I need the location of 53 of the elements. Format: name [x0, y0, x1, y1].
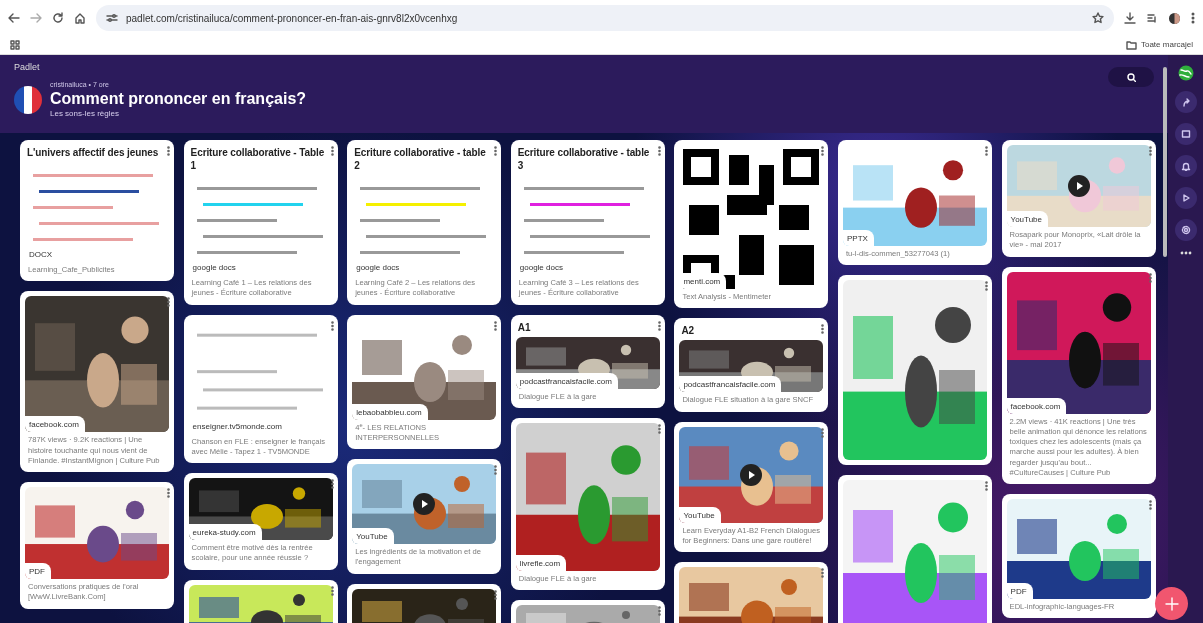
more-icon[interactable]: [1148, 272, 1152, 283]
apps-icon[interactable]: [10, 40, 20, 50]
share-icon: [1180, 97, 1191, 107]
post-title: L'univers affectif des jeunes: [26, 146, 160, 160]
more-icon[interactable]: [167, 297, 170, 308]
padlet-subtitle: Les sons-les règles: [50, 108, 120, 121]
play-icon[interactable]: [1067, 175, 1090, 197]
source-label: PPTX: [842, 230, 874, 246]
back-icon[interactable]: [8, 12, 20, 24]
bell-icon: [1180, 161, 1191, 171]
source-label: podcastfrancaisfacile.com: [679, 376, 782, 393]
play-icon[interactable]: [413, 493, 436, 515]
folder-icon[interactable]: [1125, 40, 1137, 50]
download-icon[interactable]: [1124, 12, 1136, 24]
screen-button[interactable]: [1174, 123, 1197, 145]
star-icon[interactable]: [1092, 12, 1104, 24]
site-info-icon[interactable]: [106, 13, 118, 23]
search-icon: [1126, 72, 1136, 82]
globe-icon[interactable]: [1177, 65, 1194, 81]
padlet-title: Comment prononcer en français?: [50, 90, 307, 109]
flag-icon: [14, 85, 42, 114]
more-icon[interactable]: [330, 479, 334, 489]
screen-icon: [1180, 129, 1191, 139]
post-title: Ecriture collaborative - Table 1: [189, 146, 325, 173]
source-label: YouTube: [352, 528, 394, 544]
source-label: eureka-study.com: [188, 524, 262, 540]
post-title: Ecriture collaborative - table 3: [516, 146, 651, 173]
source-label: YouTube: [1006, 211, 1048, 227]
play-icon[interactable]: [740, 463, 763, 486]
reload-icon[interactable]: [52, 12, 64, 24]
post-title: A1: [516, 320, 532, 335]
brand-name: Padlet: [14, 61, 41, 74]
scrollbar[interactable]: [1163, 67, 1167, 257]
play-button[interactable]: [1174, 187, 1197, 209]
source-label: facebook.com: [25, 416, 85, 433]
profile-icon[interactable]: [1168, 11, 1181, 25]
extension-icon[interactable]: [1146, 12, 1158, 24]
source-label: PDF: [1006, 583, 1033, 599]
source-label: PDF: [25, 563, 51, 579]
more-icon[interactable]: [1179, 251, 1192, 255]
plus-icon: [1164, 596, 1179, 611]
post-title: A2: [680, 324, 695, 339]
bookmarks-folder-link[interactable]: Toate marcajel: [1140, 39, 1193, 51]
address-bar[interactable]: padlet.com/cristinailuca/comment-prononcer-en-fran-ais-gnrv8l2x0vcenhxg: [96, 5, 1114, 31]
post-card[interactable]: [1001, 266, 1156, 484]
search-button[interactable]: [1108, 67, 1154, 87]
menu-icon[interactable]: [1191, 12, 1195, 24]
bell-button[interactable]: [1174, 155, 1197, 177]
more-icon[interactable]: [494, 589, 498, 600]
home-icon[interactable]: [74, 12, 86, 24]
post-title: Ecriture collaborative - table 2: [353, 146, 487, 173]
share-button[interactable]: [1174, 91, 1197, 113]
play-icon: [1180, 193, 1191, 203]
